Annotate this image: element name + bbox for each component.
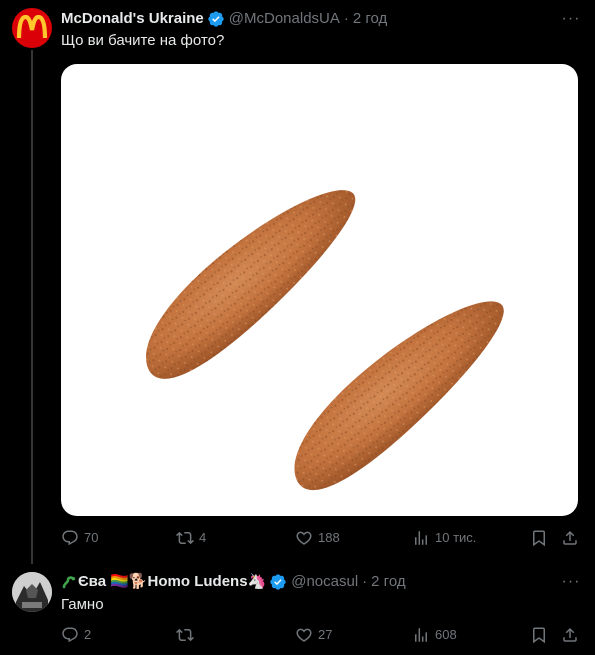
share-icon (563, 627, 577, 642)
like-count: 188 (318, 530, 340, 545)
tweet-media-image[interactable] (61, 64, 578, 516)
user-avatar-image (12, 572, 52, 612)
tweet-text: Гамно (61, 596, 104, 613)
more-options-icon[interactable]: ··· (561, 572, 581, 592)
retweet-count: 4 (199, 530, 207, 545)
tweet-actions: 70 4 188 10 тис. (61, 528, 581, 548)
tweet-header: McDonald's Ukraine @McDonaldsUA · 2 год (61, 9, 387, 29)
verified-badge-icon (208, 11, 224, 27)
separator-dot: · (362, 573, 368, 590)
reply-tweet[interactable]: Єва 🏳️‍🌈🐕Homo Ludens🦄 @nocasul · 2 год ·… (0, 560, 595, 655)
like-count: 27 (318, 627, 333, 642)
retweet-icon (176, 628, 194, 642)
reply-button[interactable]: 2 (61, 625, 91, 645)
views-button[interactable]: 608 (412, 625, 457, 645)
chicken-strip-right (294, 301, 504, 491)
like-button[interactable]: 188 (295, 528, 340, 548)
avatar[interactable] (12, 572, 52, 612)
tweet-timestamp[interactable]: 2 год (371, 572, 405, 592)
bookmark-icon (533, 530, 545, 547)
views-count: 608 (435, 627, 457, 642)
more-options-icon[interactable]: ··· (561, 9, 581, 29)
like-button[interactable]: 27 (295, 625, 332, 645)
tweet[interactable]: McDonald's Ukraine @McDonaldsUA · 2 год … (0, 0, 595, 560)
reply-button[interactable]: 70 (61, 528, 98, 548)
tweet-header: Єва 🏳️‍🌈🐕Homo Ludens🦄 @nocasul · 2 год (61, 572, 406, 592)
analytics-icon (415, 628, 427, 642)
share-button[interactable] (561, 528, 579, 548)
retweet-button[interactable] (176, 625, 199, 645)
author-name[interactable]: McDonald's Ukraine (61, 9, 204, 29)
retweet-button[interactable]: 4 (176, 528, 206, 548)
author-handle[interactable]: @McDonaldsUA (229, 9, 340, 29)
reply-icon (62, 530, 78, 546)
bookmark-icon (533, 627, 545, 644)
reply-count: 70 (84, 530, 99, 545)
share-icon (563, 530, 577, 545)
retweet-icon (176, 531, 194, 545)
avatar[interactable] (12, 8, 52, 48)
chicken-strips-image (146, 190, 504, 491)
heart-icon (296, 628, 312, 642)
bookmark-button[interactable] (530, 625, 548, 645)
heart-icon (296, 531, 312, 545)
author-name[interactable]: Єва 🏳️‍🌈🐕Homo Ludens🦄 (78, 572, 266, 592)
reply-count: 2 (84, 627, 92, 642)
tweet-actions: 2 27 608 (61, 625, 581, 645)
tweet-timestamp[interactable]: 2 год (353, 9, 387, 29)
verified-badge-icon (270, 574, 286, 590)
author-handle[interactable]: @nocasul (291, 572, 358, 592)
tweet-text: Що ви бачите на фото? (61, 32, 225, 49)
views-button[interactable]: 10 тис. (412, 528, 476, 548)
reply-icon (62, 627, 78, 643)
separator-dot: · (343, 10, 349, 27)
mcdonalds-logo-icon (16, 14, 48, 39)
share-button[interactable] (561, 625, 579, 645)
snake-emoji-icon (62, 576, 76, 589)
bookmark-button[interactable] (530, 528, 548, 548)
chicken-strip-left (146, 190, 356, 379)
views-count: 10 тис. (435, 530, 477, 545)
analytics-icon (415, 531, 427, 545)
